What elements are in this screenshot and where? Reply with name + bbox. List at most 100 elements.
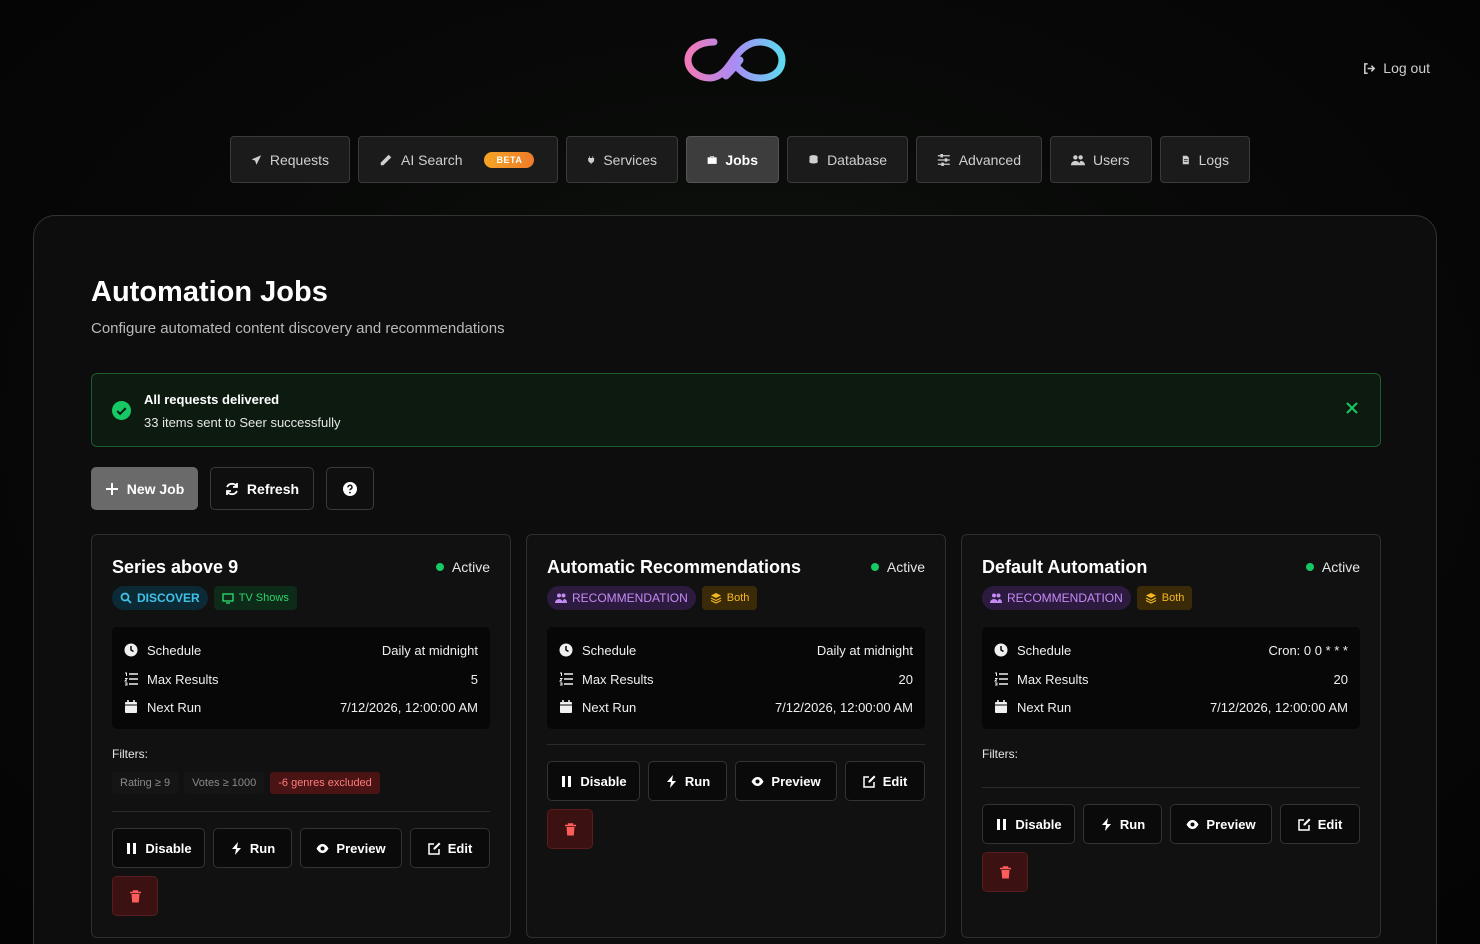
status-dot xyxy=(435,563,444,571)
job-info: Schedule Daily at midnight Max Results 5… xyxy=(112,627,490,729)
run-button[interactable]: Run xyxy=(1083,804,1162,844)
tab-database[interactable]: Database xyxy=(787,136,908,183)
type-tag-label: RECOMMENDATION xyxy=(1007,591,1123,605)
alert-title: All requests delivered xyxy=(144,392,280,407)
edit-label: Edit xyxy=(447,840,473,856)
close-icon[interactable] xyxy=(1346,402,1358,414)
delete-button[interactable] xyxy=(547,809,593,849)
divider xyxy=(112,811,490,812)
tab-advanced[interactable]: Advanced xyxy=(916,136,1042,183)
next-run-row: Next Run 7/12/2026, 12:00:00 AM xyxy=(994,697,1348,717)
eye-icon xyxy=(751,776,764,786)
job-card: Series above 9 Active DISCOVER TV Shows … xyxy=(91,534,511,938)
filter-chip: -6 genres excluded xyxy=(270,772,380,794)
delete-button[interactable] xyxy=(982,852,1028,892)
max-results-value: 5 xyxy=(470,671,478,687)
edit-label: Edit xyxy=(882,773,908,789)
next-run-row: Next Run 7/12/2026, 12:00:00 AM xyxy=(124,697,478,717)
schedule-label: Schedule xyxy=(582,642,637,658)
refresh-label: Refresh xyxy=(246,480,300,497)
search-icon xyxy=(120,592,132,604)
disable-label: Disable xyxy=(580,773,627,789)
run-button[interactable]: Run xyxy=(213,828,292,868)
plug-icon xyxy=(588,155,595,164)
database-icon xyxy=(809,154,818,163)
disable-label: Disable xyxy=(145,840,192,856)
trash-icon xyxy=(564,822,576,835)
edit-icon xyxy=(862,775,876,788)
job-tags: DISCOVER TV Shows xyxy=(112,586,297,610)
filters-label: Filters: xyxy=(982,747,1018,761)
refresh-icon xyxy=(226,482,238,495)
delete-button[interactable] xyxy=(112,876,158,916)
users-icon xyxy=(990,593,1002,603)
paper-plane-icon xyxy=(251,154,262,165)
type-tag: RECOMMENDATION xyxy=(982,586,1131,610)
refresh-button[interactable]: Refresh xyxy=(210,467,314,510)
main-nav: Requests AI Search BETA Services Jobs Da… xyxy=(0,136,1480,183)
next-run-label: Next Run xyxy=(1017,699,1072,715)
max-results-label: Max Results xyxy=(1017,671,1089,687)
type-tag-label: RECOMMENDATION xyxy=(572,591,688,605)
tab-requests[interactable]: Requests xyxy=(230,136,350,183)
edit-button[interactable]: Edit xyxy=(845,761,925,801)
preview-button[interactable]: Preview xyxy=(1170,804,1272,844)
status-badge: Active xyxy=(1305,559,1360,575)
logout-button[interactable]: Log out xyxy=(1362,60,1430,76)
preview-label: Preview xyxy=(771,773,821,789)
job-card: Automatic Recommendations Active RECOMME… xyxy=(526,534,946,938)
tab-ai-search[interactable]: AI Search BETA xyxy=(358,136,558,183)
run-label: Run xyxy=(249,840,276,856)
media-tag-label: Both xyxy=(1161,592,1185,604)
edit-button[interactable]: Edit xyxy=(410,828,490,868)
trash-icon xyxy=(129,889,141,902)
type-tag: RECOMMENDATION xyxy=(547,586,696,610)
sign-out-icon xyxy=(1364,62,1376,74)
job-tags: RECOMMENDATION Both xyxy=(547,586,758,610)
preview-button[interactable]: Preview xyxy=(300,828,402,868)
preview-button[interactable]: Preview xyxy=(735,761,837,801)
edit-button[interactable]: Edit xyxy=(1280,804,1360,844)
question-circle-icon xyxy=(343,481,357,496)
media-tag: Both xyxy=(701,586,758,610)
schedule-value: Daily at midnight xyxy=(816,642,913,658)
tab-label: Database xyxy=(827,151,887,168)
job-title: Series above 9 xyxy=(112,557,239,577)
bolt-icon xyxy=(231,841,241,855)
run-button[interactable]: Run xyxy=(648,761,727,801)
pause-icon xyxy=(997,818,1007,830)
max-results-value: 20 xyxy=(898,671,913,687)
filter-chip: Rating ≥ 9 xyxy=(112,772,179,794)
tab-label: Requests xyxy=(269,151,329,168)
bolt-icon xyxy=(666,774,676,788)
disable-button[interactable]: Disable xyxy=(547,761,640,801)
next-run-value: 7/12/2026, 12:00:00 AM xyxy=(1209,699,1348,715)
new-job-button[interactable]: New Job xyxy=(91,467,198,510)
new-job-label: New Job xyxy=(126,480,185,497)
tab-logs[interactable]: Logs xyxy=(1160,136,1250,183)
tab-label: Users xyxy=(1093,151,1130,168)
max-results-label: Max Results xyxy=(582,671,654,687)
eye-icon xyxy=(316,843,329,853)
tab-users[interactable]: Users xyxy=(1050,136,1152,183)
users-icon xyxy=(1071,154,1085,165)
disable-button[interactable]: Disable xyxy=(112,828,205,868)
edit-icon xyxy=(427,842,441,855)
schedule-value: Cron: 0 0 * * * xyxy=(1268,642,1349,658)
tab-services[interactable]: Services xyxy=(566,136,678,183)
tab-label: AI Search xyxy=(401,151,463,168)
pause-icon xyxy=(562,775,572,787)
job-title: Automatic Recommendations xyxy=(547,557,802,577)
logout-label: Log out xyxy=(1383,60,1430,76)
help-button[interactable] xyxy=(326,467,374,510)
media-tag-label: TV Shows xyxy=(238,592,289,604)
run-label: Run xyxy=(684,773,711,789)
schedule-row: Schedule Daily at midnight xyxy=(559,640,913,660)
clock-icon xyxy=(124,643,138,657)
tab-jobs[interactable]: Jobs xyxy=(686,136,779,183)
status-label: Active xyxy=(451,559,490,575)
tab-label: Jobs xyxy=(725,151,758,168)
page-title: Automation Jobs xyxy=(91,276,328,308)
job-title: Default Automation xyxy=(982,557,1148,577)
disable-button[interactable]: Disable xyxy=(982,804,1075,844)
